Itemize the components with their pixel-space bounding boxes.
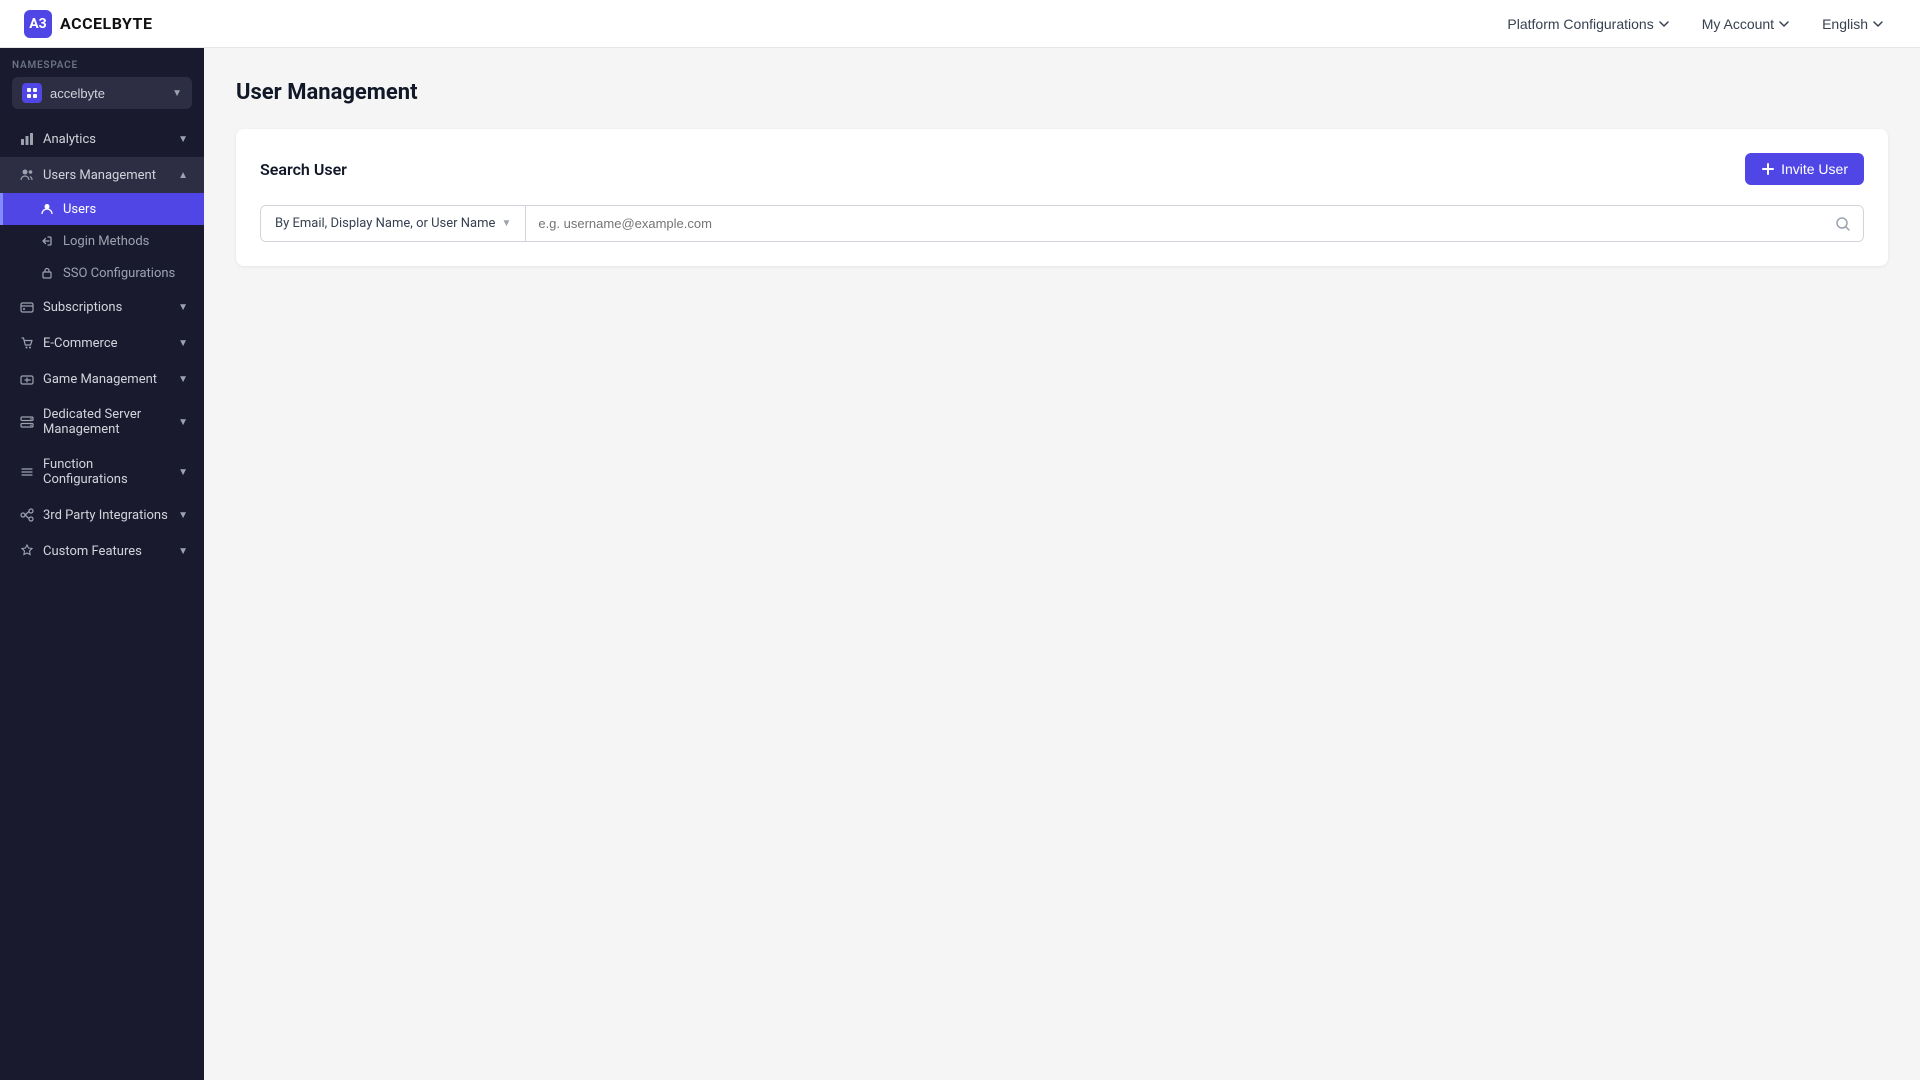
sidebar-item-login-methods[interactable]: Login Methods bbox=[0, 225, 204, 257]
logo-area: A3 ACCELBYTE bbox=[24, 10, 152, 38]
sidebar-item-users[interactable]: Users bbox=[0, 193, 204, 225]
sidebar-item-users-management[interactable]: Users Management ▲ bbox=[0, 157, 204, 193]
search-card-header: Search User Invite User bbox=[260, 153, 1864, 185]
analytics-icon bbox=[19, 131, 35, 147]
namespace-selector-button[interactable]: accelbyte ▼ bbox=[12, 77, 192, 109]
search-row: By Email, Display Name, or User Name ▼ bbox=[260, 205, 1864, 242]
topnav-right-section: Platform Configurations My Account Engli… bbox=[1495, 10, 1896, 38]
analytics-chevron-icon: ▼ bbox=[178, 134, 188, 145]
users-management-icon bbox=[19, 167, 35, 183]
users-icon bbox=[39, 201, 55, 217]
dedicated-server-label: Dedicated Server Management bbox=[43, 407, 178, 437]
login-methods-icon bbox=[39, 233, 55, 249]
sidebar-item-game-management[interactable]: Game Management ▼ bbox=[0, 361, 204, 397]
my-account-chevron-icon bbox=[1778, 18, 1790, 30]
function-config-label: Function Configurations bbox=[43, 457, 178, 487]
main-content: User Management Search User Invite User … bbox=[204, 48, 1920, 1080]
language-selector-button[interactable]: English bbox=[1810, 10, 1896, 38]
game-management-chevron-icon: ▼ bbox=[178, 374, 188, 385]
search-user-card: Search User Invite User By Email, Displa… bbox=[236, 129, 1888, 266]
sidebar-navigation: Analytics ▼ Users Management ▲ bbox=[0, 117, 204, 1080]
search-input-wrapper bbox=[526, 206, 1863, 241]
namespace-label: NAMESPACE bbox=[12, 60, 192, 71]
users-management-chevron-icon: ▲ bbox=[178, 170, 188, 181]
sidebar-item-third-party[interactable]: 3rd Party Integrations ▼ bbox=[0, 497, 204, 533]
main-layout: NAMESPACE accelbyte ▼ Analytics ▼ bbox=[0, 48, 1920, 1080]
custom-features-chevron-icon: ▼ bbox=[178, 546, 188, 557]
subscriptions-label: Subscriptions bbox=[43, 300, 122, 315]
ecommerce-chevron-icon: ▼ bbox=[178, 338, 188, 349]
function-config-chevron-icon: ▼ bbox=[178, 467, 188, 478]
language-chevron-icon bbox=[1872, 18, 1884, 30]
sso-config-icon bbox=[39, 265, 55, 281]
ecommerce-icon bbox=[19, 335, 35, 351]
game-management-label: Game Management bbox=[43, 372, 157, 387]
users-management-label: Users Management bbox=[43, 168, 156, 183]
sidebar-item-ecommerce[interactable]: E-Commerce ▼ bbox=[0, 325, 204, 361]
search-input[interactable] bbox=[538, 206, 1835, 241]
search-filter-chevron-icon: ▼ bbox=[501, 218, 511, 229]
login-methods-label: Login Methods bbox=[63, 234, 149, 249]
search-icon bbox=[1835, 216, 1851, 232]
page-title: User Management bbox=[236, 80, 1888, 105]
search-filter-label: By Email, Display Name, or User Name bbox=[275, 216, 495, 231]
game-management-icon bbox=[19, 371, 35, 387]
namespace-chevron-icon: ▼ bbox=[172, 88, 182, 99]
custom-features-label: Custom Features bbox=[43, 544, 142, 559]
subscriptions-chevron-icon: ▼ bbox=[178, 302, 188, 313]
invite-plus-icon bbox=[1761, 162, 1775, 176]
ecommerce-label: E-Commerce bbox=[43, 336, 118, 351]
analytics-label: Analytics bbox=[43, 132, 96, 147]
my-account-button[interactable]: My Account bbox=[1690, 10, 1802, 38]
sidebar: NAMESPACE accelbyte ▼ Analytics ▼ bbox=[0, 48, 204, 1080]
top-navigation: A3 ACCELBYTE Platform Configurations My … bbox=[0, 0, 1920, 48]
dedicated-server-icon bbox=[19, 414, 35, 430]
function-config-icon bbox=[19, 464, 35, 480]
sidebar-item-custom-features[interactable]: Custom Features ▼ bbox=[0, 533, 204, 569]
namespace-value: accelbyte bbox=[50, 86, 164, 101]
third-party-chevron-icon: ▼ bbox=[178, 510, 188, 521]
sidebar-item-function-config[interactable]: Function Configurations ▼ bbox=[0, 447, 204, 497]
search-card-title: Search User bbox=[260, 160, 347, 179]
logo-icon: A3 bbox=[24, 10, 52, 38]
sso-config-label: SSO Configurations bbox=[63, 266, 175, 281]
namespace-section: NAMESPACE accelbyte ▼ bbox=[0, 48, 204, 117]
platform-config-chevron-icon bbox=[1658, 18, 1670, 30]
search-filter-dropdown[interactable]: By Email, Display Name, or User Name ▼ bbox=[261, 206, 526, 241]
users-label: Users bbox=[63, 202, 96, 217]
third-party-label: 3rd Party Integrations bbox=[43, 508, 168, 523]
invite-user-button[interactable]: Invite User bbox=[1745, 153, 1864, 185]
third-party-icon bbox=[19, 507, 35, 523]
sidebar-item-analytics[interactable]: Analytics ▼ bbox=[0, 121, 204, 157]
custom-features-icon bbox=[19, 543, 35, 559]
sidebar-item-sso-configurations[interactable]: SSO Configurations bbox=[0, 257, 204, 289]
logo-text: ACCELBYTE bbox=[60, 14, 152, 33]
dedicated-server-chevron-icon: ▼ bbox=[178, 417, 188, 428]
namespace-icon bbox=[22, 83, 42, 103]
subscriptions-icon bbox=[19, 299, 35, 315]
sidebar-item-subscriptions[interactable]: Subscriptions ▼ bbox=[0, 289, 204, 325]
platform-configurations-button[interactable]: Platform Configurations bbox=[1495, 10, 1681, 38]
sidebar-item-dedicated-server[interactable]: Dedicated Server Management ▼ bbox=[0, 397, 204, 447]
